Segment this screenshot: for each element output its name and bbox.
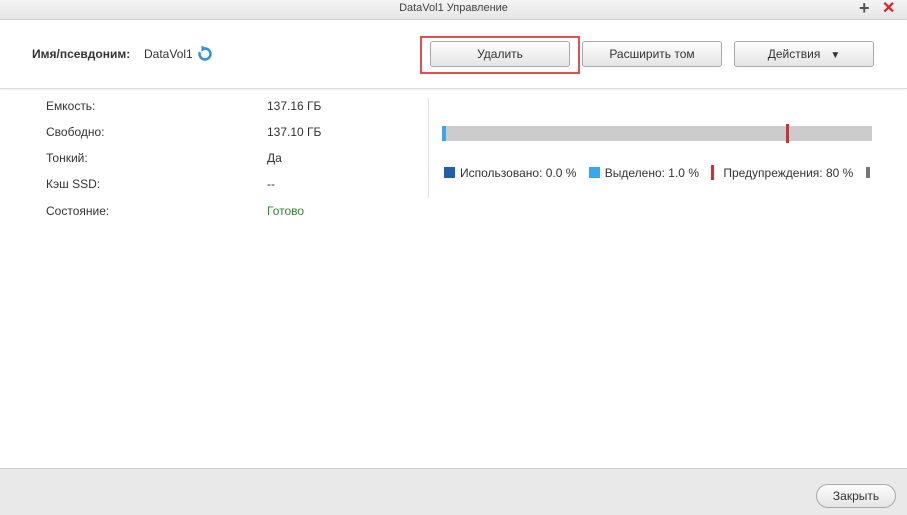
capacity-label: Емкость:: [46, 99, 96, 113]
plus-icon[interactable]: +: [859, 0, 870, 19]
legend-used-text: Использовано: 0.0 %: [460, 165, 577, 180]
warning-swatch: [711, 165, 715, 181]
actions-label: Действия: [767, 47, 821, 61]
usage-bar-warning-marker: [786, 124, 789, 143]
alias-value: DataVol1: [144, 47, 193, 61]
expand-volume-button[interactable]: Расширить том: [582, 41, 722, 67]
legend-used: Использовано: 0.0 %: [444, 166, 576, 180]
footer-bar: Закрыть: [0, 468, 907, 515]
legend-warning-text: Предупреждения: 80 %: [723, 166, 854, 181]
refresh-icon[interactable]: [196, 45, 214, 63]
close-button[interactable]: Закрыть: [816, 484, 896, 508]
ssd-cache-label: Кэш SSD:: [46, 177, 101, 191]
overflow-swatch: [865, 166, 870, 178]
legend-allocated-text: Выделено: 1.0 %: [604, 165, 699, 180]
alias-label: Имя/псевдоним:: [32, 47, 131, 61]
status-value: Готово: [267, 204, 305, 218]
close-icon[interactable]: ✕: [882, 0, 895, 20]
thin-value: Да: [267, 151, 282, 165]
window-title: DataVol1 Управление: [399, 2, 508, 14]
capacity-value: 137.16 ГБ: [267, 99, 322, 113]
free-label: Свободно:: [46, 125, 105, 139]
title-bar: DataVol1 Управление + ✕: [0, 0, 907, 20]
alias-header: Имя/псевдоним: DataVol1 Удалить Расширит…: [0, 20, 907, 89]
volume-management-window: DataVol1 Управление + ✕ Имя/псевдоним: D…: [0, 0, 907, 515]
legend-allocated: Выделено: 1.0 %: [588, 165, 699, 180]
used-swatch: [444, 166, 455, 178]
legend-warning: Предупреждения: 80 %: [711, 165, 854, 181]
allocated-swatch: [588, 166, 600, 178]
caret-down-icon: ▼: [830, 50, 841, 61]
legend-overflow: [865, 166, 874, 180]
usage-bar: [442, 124, 872, 143]
ssd-cache-value: --: [267, 177, 275, 191]
delete-button[interactable]: Удалить: [430, 41, 570, 67]
actions-dropdown-button[interactable]: Действия ▼: [734, 41, 874, 67]
free-value: 137.10 ГБ: [267, 125, 322, 139]
thin-label: Тонкий:: [46, 151, 88, 165]
section-divider: [428, 98, 429, 198]
status-label: Состояние:: [46, 204, 110, 218]
usage-legend: Использовано: 0.0 % Выделено: 1.0 % Пред…: [444, 165, 874, 181]
usage-bar-allocated: [442, 126, 446, 141]
